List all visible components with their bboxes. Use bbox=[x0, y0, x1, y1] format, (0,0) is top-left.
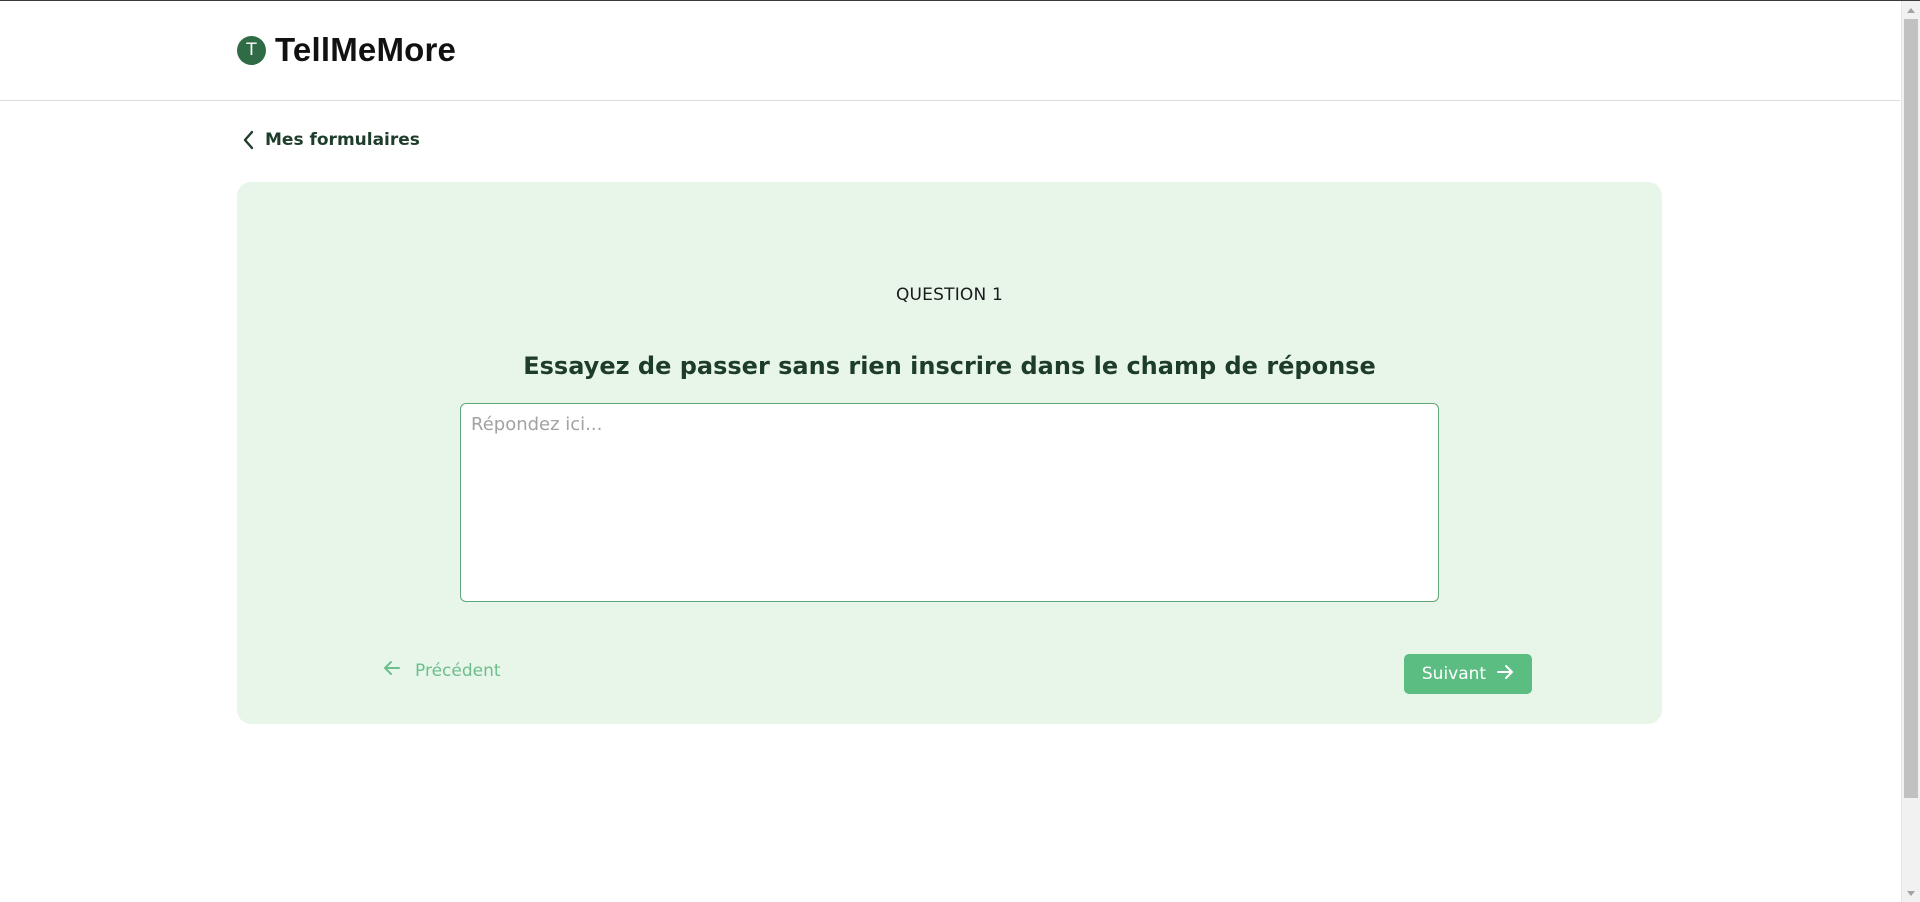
chevron-left-icon bbox=[243, 130, 255, 150]
question-title: Essayez de passer sans rien inscrire dan… bbox=[523, 352, 1376, 380]
previous-button-label: Précédent bbox=[415, 660, 501, 681]
next-button[interactable]: Suivant bbox=[1404, 654, 1532, 694]
arrow-left-icon bbox=[383, 660, 401, 681]
scroll-down-arrow-icon[interactable] bbox=[1902, 885, 1920, 902]
back-link-label: Mes formulaires bbox=[265, 130, 420, 150]
scrollbar-thumb[interactable] bbox=[1904, 19, 1918, 798]
brand-logo[interactable]: T TellMeMore bbox=[237, 31, 456, 69]
arrow-right-icon bbox=[1496, 664, 1514, 685]
next-button-label: Suivant bbox=[1421, 664, 1487, 684]
previous-button[interactable]: Précédent bbox=[383, 660, 501, 681]
question-number: QUESTION 1 bbox=[895, 285, 1004, 305]
logo-badge-icon: T bbox=[237, 35, 266, 65]
brand-name: TellMeMore bbox=[275, 31, 457, 68]
back-to-forms-link[interactable]: Mes formulaires bbox=[243, 130, 420, 150]
top-header: T TellMeMore bbox=[0, 1, 1900, 101]
question-card: QUESTION 1 Essayez de passer sans rien i… bbox=[237, 182, 1662, 724]
vertical-scrollbar[interactable] bbox=[1901, 1, 1920, 902]
page: T TellMeMore Mes formulaires QUESTION 1 … bbox=[0, 0, 1920, 902]
scroll-up-arrow-icon[interactable] bbox=[1902, 1, 1920, 19]
answer-textarea[interactable] bbox=[460, 403, 1439, 602]
